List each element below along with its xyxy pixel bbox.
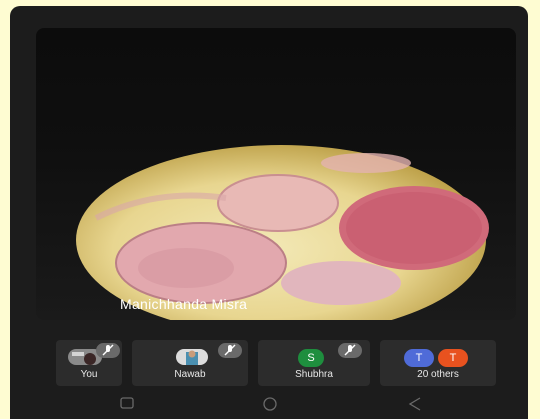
participant-tile-others[interactable]: T T 20 others: [380, 340, 496, 386]
system-nav-bar: [10, 389, 528, 419]
participant-tile-you[interactable]: You: [56, 340, 122, 386]
recents-icon[interactable]: [120, 397, 134, 409]
participant-label: Shubhra: [295, 369, 333, 380]
meeting-screen: Manichhanda Misra You Nawab S Shubhra T …: [10, 6, 528, 419]
back-icon[interactable]: [408, 397, 422, 411]
avatar: T: [438, 349, 468, 367]
participant-label: Nawab: [174, 369, 206, 380]
mic-off-icon: [96, 343, 120, 358]
participant-strip: You Nawab S Shubhra T T 20 others: [56, 340, 496, 386]
microscope-image: [76, 145, 489, 320]
mic-off-icon: [338, 343, 362, 358]
home-icon[interactable]: [262, 397, 278, 411]
participant-label: You: [80, 369, 98, 380]
avatar: [176, 349, 208, 365]
participant-tile-nawab[interactable]: Nawab: [132, 340, 248, 386]
speaker-video[interactable]: Manichhanda Misra: [36, 28, 516, 320]
participant-tile-shubhra[interactable]: S Shubhra: [258, 340, 370, 386]
mic-off-icon: [218, 343, 242, 358]
speaker-name: Manichhanda Misra: [120, 296, 248, 312]
avatar: T: [404, 349, 434, 367]
participant-label: 20 others: [417, 369, 459, 380]
avatar: S: [298, 349, 324, 367]
